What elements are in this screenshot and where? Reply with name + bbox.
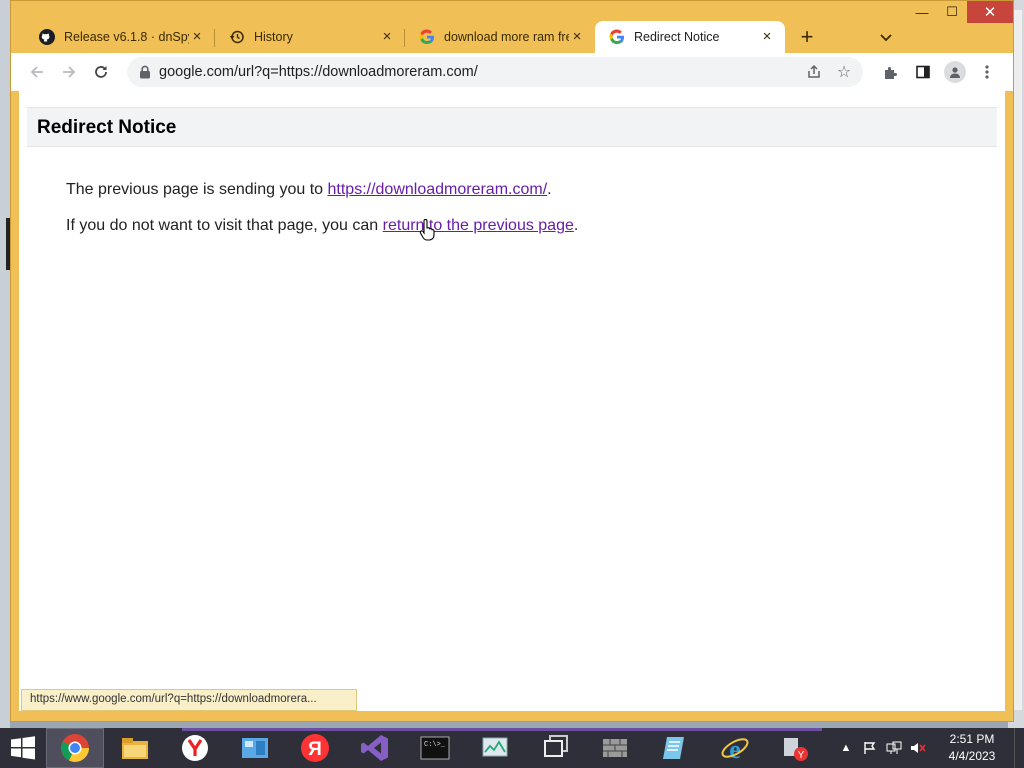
hand-cursor-icon: [419, 219, 437, 241]
clock[interactable]: 2:51 PM 4/4/2023: [930, 731, 1014, 765]
message-text: The previous page is sending you to: [66, 181, 328, 198]
maximize-icon[interactable]: ☐: [937, 1, 967, 23]
tab-history[interactable]: History ×: [215, 21, 405, 53]
message-text: .: [573, 217, 579, 234]
tab-title: History: [254, 30, 293, 44]
message-text: If you do not want to visit that page, y…: [66, 217, 383, 234]
google-icon: [419, 29, 435, 45]
cmd-icon[interactable]: C:\>_: [406, 728, 464, 768]
system-tray: ▲ 2:51 PM 4/4/2023: [834, 728, 1024, 768]
windows-switch-icon[interactable]: [526, 728, 584, 768]
chrome-icon[interactable]: [46, 728, 104, 768]
tab-title: Redirect Notice: [634, 30, 720, 44]
reload-icon[interactable]: [85, 56, 117, 88]
close-tab-icon[interactable]: ×: [189, 29, 205, 45]
file-explorer-icon[interactable]: [106, 728, 164, 768]
browser-window: Release v6.1.8 · dnSpy/d × History × dow…: [10, 0, 1014, 722]
close-tab-icon[interactable]: ×: [569, 29, 585, 45]
visual-studio-icon[interactable]: [346, 728, 404, 768]
volume-muted-icon[interactable]: [906, 728, 930, 768]
back-arrow-icon[interactable]: [21, 56, 53, 88]
firewall-icon[interactable]: [586, 728, 644, 768]
address-bar[interactable]: google.com/url?q=https://downloadmoreram…: [127, 57, 863, 87]
tab-strip: Release v6.1.8 · dnSpy/d × History × dow…: [25, 21, 825, 53]
show-desktop-button[interactable]: [1014, 728, 1024, 768]
tab-title: download more ram fre: [444, 30, 569, 44]
person-icon: [944, 61, 966, 83]
extensions-puzzle-icon[interactable]: [875, 57, 907, 87]
bookmark-star-icon[interactable]: ☆: [831, 60, 857, 84]
close-tab-icon[interactable]: ×: [379, 29, 395, 45]
browser-toolbar: google.com/url?q=https://downloadmoreram…: [11, 53, 1013, 91]
close-window-icon[interactable]: ✕: [967, 1, 1013, 23]
redirect-header: Redirect Notice: [27, 107, 997, 147]
forward-arrow-icon[interactable]: [53, 56, 85, 88]
tab-google-search[interactable]: download more ram fre ×: [405, 21, 595, 53]
windows-start-icon[interactable]: [0, 728, 46, 768]
profile-avatar[interactable]: [939, 57, 971, 87]
clock-date: 4/4/2023: [948, 749, 996, 763]
tab-redirect-notice[interactable]: Redirect Notice ×: [595, 21, 785, 53]
tab-dnspy-release[interactable]: Release v6.1.8 · dnSpy/d ×: [25, 21, 215, 53]
yandex-icon[interactable]: Я: [286, 728, 344, 768]
windows-taskbar: Я C:\>_ e Y ▲ 2:51 PM 4/4/2023: [0, 728, 1024, 768]
show-hidden-icons-icon[interactable]: ▲: [834, 728, 858, 768]
github-icon: [39, 29, 55, 45]
message-text: .: [547, 181, 552, 198]
task-manager-icon[interactable]: [466, 728, 524, 768]
svg-text:Я: Я: [308, 739, 322, 760]
action-center-flag-icon[interactable]: [858, 728, 882, 768]
clock-time: 2:51 PM: [949, 732, 995, 746]
google-icon: [609, 29, 625, 45]
page-title: Redirect Notice: [37, 117, 177, 138]
redirect-message: The previous page is sending you to http…: [66, 181, 552, 199]
link-status-bar: https://www.google.com/url?q=https://dow…: [21, 689, 357, 711]
close-tab-icon[interactable]: ×: [759, 29, 775, 45]
tab-search-icon[interactable]: [875, 27, 897, 49]
side-panel-icon[interactable]: [907, 57, 939, 87]
minimize-icon[interactable]: —: [907, 1, 937, 23]
return-message: If you do not want to visit that page, y…: [66, 217, 578, 235]
desktop-background: [0, 0, 10, 730]
notepad-icon[interactable]: [646, 728, 704, 768]
control-panel-icon[interactable]: [226, 728, 284, 768]
new-tab-button[interactable]: +: [789, 21, 825, 53]
page-content: Redirect Notice The previous page is sen…: [19, 91, 1005, 711]
network-icon[interactable]: [882, 728, 906, 768]
title-bar: Release v6.1.8 · dnSpy/d × History × dow…: [11, 1, 1013, 53]
lock-icon[interactable]: [139, 65, 153, 79]
history-icon: [229, 29, 245, 45]
destination-link[interactable]: https://downloadmoreram.com/: [328, 181, 548, 198]
tab-title: Release v6.1.8 · dnSpy/d: [64, 30, 189, 44]
return-link[interactable]: return to the previous page: [383, 217, 574, 234]
address-url[interactable]: google.com/url?q=https://downloadmoreram…: [159, 64, 478, 80]
window-controls: — ☐ ✕: [907, 1, 1013, 23]
internet-explorer-icon[interactable]: e: [706, 728, 764, 768]
svg-text:C:\>_: C:\>_: [424, 741, 446, 749]
menu-kebab-icon[interactable]: [971, 57, 1003, 87]
yandex-browser-icon[interactable]: [166, 728, 224, 768]
share-icon[interactable]: [801, 60, 827, 84]
remote-icon[interactable]: Y: [766, 728, 824, 768]
svg-text:Y: Y: [798, 750, 805, 761]
